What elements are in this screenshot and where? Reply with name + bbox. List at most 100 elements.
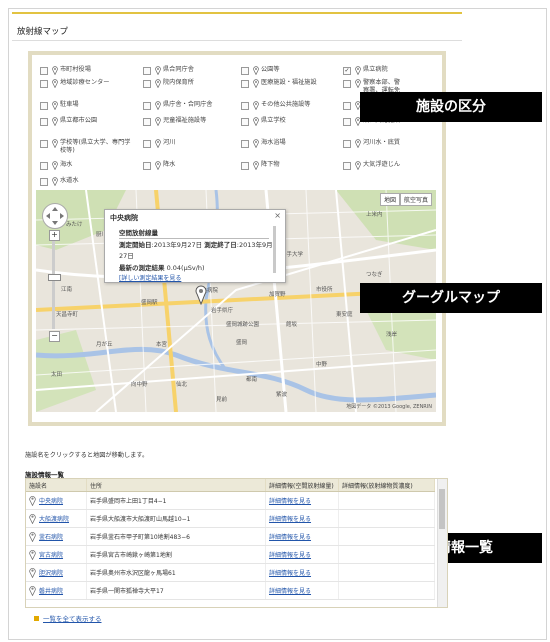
map-place-label: 市役所 (316, 287, 333, 293)
category-checkbox-item[interactable]: 院内保育所 (143, 79, 235, 88)
checkbox[interactable] (40, 80, 48, 88)
facility-table-container: 施設名 住所 詳細情報(空間放射線量) 詳細情報(放射線物質濃度) 中央病院岩手… (25, 478, 448, 608)
detail-link[interactable]: 詳細情報を見る (269, 552, 311, 559)
category-checkbox-item[interactable]: その他公共施設等 (241, 101, 336, 110)
facility-name-link[interactable]: 磐井病院 (39, 586, 63, 595)
checkbox[interactable] (40, 118, 48, 126)
category-checkbox-item[interactable]: 降水 (143, 161, 235, 170)
category-checkbox-item[interactable]: 水道水 (40, 177, 135, 186)
category-checkbox-item[interactable]: 学校等(県立大学、専門学校等) (40, 139, 135, 154)
checkbox[interactable] (343, 102, 351, 110)
facility-name-link[interactable]: 宮古病院 (39, 550, 63, 559)
facility-name-link[interactable]: 大船渡病院 (39, 514, 69, 523)
checkbox[interactable] (40, 178, 48, 186)
detail-link[interactable]: 詳細情報を見る (269, 498, 311, 505)
info-scrollbar[interactable] (273, 226, 276, 273)
checkbox[interactable] (241, 67, 249, 75)
category-checkbox-item[interactable]: 児童福祉施設等 (143, 117, 235, 126)
table-scrollbar[interactable] (437, 479, 447, 607)
checkbox[interactable] (40, 102, 48, 110)
category-checkbox-item[interactable]: 河川 (143, 139, 235, 148)
checkbox[interactable] (143, 102, 151, 110)
map-place-label: 館坂 (286, 322, 298, 328)
checkbox[interactable] (241, 118, 249, 126)
checkbox[interactable] (343, 162, 351, 170)
checkbox[interactable] (343, 80, 351, 88)
info-close-icon[interactable]: × (274, 211, 281, 220)
checkbox[interactable] (343, 140, 351, 148)
checkbox[interactable] (143, 67, 151, 75)
zoom-in-button[interactable]: + (49, 230, 60, 241)
zoom-slider-track[interactable] (52, 241, 55, 329)
map-place-label: 月が丘 (96, 342, 113, 348)
map-place-label: 加賀野 (269, 292, 286, 298)
category-checkbox-item[interactable]: 海水浴場 (241, 139, 336, 148)
map-pin-icon (52, 101, 58, 110)
category-checkbox-item[interactable]: 県庁舎・合同庁舎 (143, 101, 235, 110)
category-checkbox-item[interactable]: 地域診療センター (40, 79, 135, 88)
category-checkbox-item[interactable]: 大気浮遊じん (343, 161, 403, 170)
map-pin-icon (355, 79, 361, 88)
cell-address: 岩手県一関市狐禅寺大平17 (86, 581, 266, 600)
checkbox[interactable] (241, 162, 249, 170)
category-checkbox-item[interactable]: 市町村役場 (40, 66, 135, 75)
category-checkbox-item[interactable]: 駐車場 (40, 101, 135, 110)
checkbox[interactable] (40, 140, 48, 148)
detail-link[interactable]: 詳細情報を見る (269, 570, 311, 577)
category-checkbox-item[interactable]: 県立都市公園 (40, 117, 135, 126)
category-label: 駐車場 (60, 101, 79, 108)
checkbox[interactable] (40, 67, 48, 75)
hospital-marker-icon[interactable] (195, 285, 207, 305)
category-checkbox-item[interactable]: 降下物 (241, 161, 336, 170)
info-facility-name: 中央病院 (110, 214, 138, 222)
facility-name-link[interactable]: 胆沢病院 (39, 568, 63, 577)
checkbox[interactable] (143, 118, 151, 126)
info-result: 最新の測定結果 0.04(μSv/h) (119, 262, 205, 272)
table-scrollbar-thumb[interactable] (439, 489, 445, 529)
detail-link[interactable]: 詳細情報を見る (269, 516, 311, 523)
category-label: その他公共施設等 (261, 101, 311, 108)
category-label: 県庁舎・合同庁舎 (163, 101, 213, 108)
category-checkbox-item[interactable]: 県立学校 (241, 117, 336, 126)
map-place-label: みたけ (66, 222, 83, 228)
checkbox[interactable] (143, 140, 151, 148)
category-label: 県立病院 (363, 66, 388, 73)
checkbox[interactable] (241, 140, 249, 148)
checkbox[interactable] (241, 102, 249, 110)
checkbox[interactable] (143, 80, 151, 88)
category-label: 大気浮遊じん (363, 161, 401, 168)
table-header-row: 施設名 住所 詳細情報(空間放射線量) 詳細情報(放射線物質濃度) (26, 479, 435, 492)
detail-link[interactable]: 詳細情報を見る (269, 588, 311, 595)
detail-link[interactable]: 詳細情報を見る (269, 534, 311, 541)
category-checkbox-item[interactable]: 海水 (40, 161, 135, 170)
map-type-map-button[interactable]: 地図 (379, 193, 400, 206)
facility-name-link[interactable]: 中央病院 (39, 496, 63, 505)
category-checkbox-item[interactable]: 河川水・底質 (343, 139, 403, 148)
map-type-satellite-button[interactable]: 航空写真 (399, 193, 432, 206)
zoom-slider-handle[interactable] (48, 274, 61, 281)
map-pin-icon (155, 117, 161, 126)
cell-detail-radiation: 詳細情報を見る (265, 545, 339, 564)
facility-name-link[interactable]: 釜石病院 (39, 532, 63, 541)
checkbox[interactable] (143, 162, 151, 170)
category-label: 海水浴場 (261, 139, 286, 146)
checkbox[interactable]: ✓ (343, 67, 351, 75)
category-checkbox-item[interactable]: 公園等 (241, 66, 336, 75)
checkbox[interactable] (343, 118, 351, 126)
category-checkbox-item[interactable]: 医療施設・福祉施設 (241, 79, 336, 88)
zoom-out-button[interactable]: − (49, 331, 60, 342)
cell-address: 岩手県釜石市甲子町第10地割483−6 (86, 527, 266, 546)
map-pin-icon (253, 161, 259, 170)
cell-detail-material (338, 491, 435, 510)
map-type-control: 地図 航空写真 (379, 193, 432, 206)
checkbox[interactable] (241, 80, 249, 88)
category-checkbox-item[interactable]: ✓ 県立病院 (343, 66, 403, 75)
title-accent-line (12, 12, 462, 14)
pan-control[interactable] (42, 203, 68, 229)
show-all-link[interactable]: 一覧を全て表示する (34, 613, 102, 623)
category-checkbox-item[interactable]: 県合同庁舎 (143, 66, 235, 75)
info-detail-link[interactable]: [詳しい測定結果を見る (119, 273, 181, 282)
table-row: 磐井病院 岩手県一関市狐禅寺大平17 詳細情報を見る (26, 581, 435, 600)
bullet-icon (34, 615, 39, 621)
checkbox[interactable] (40, 162, 48, 170)
